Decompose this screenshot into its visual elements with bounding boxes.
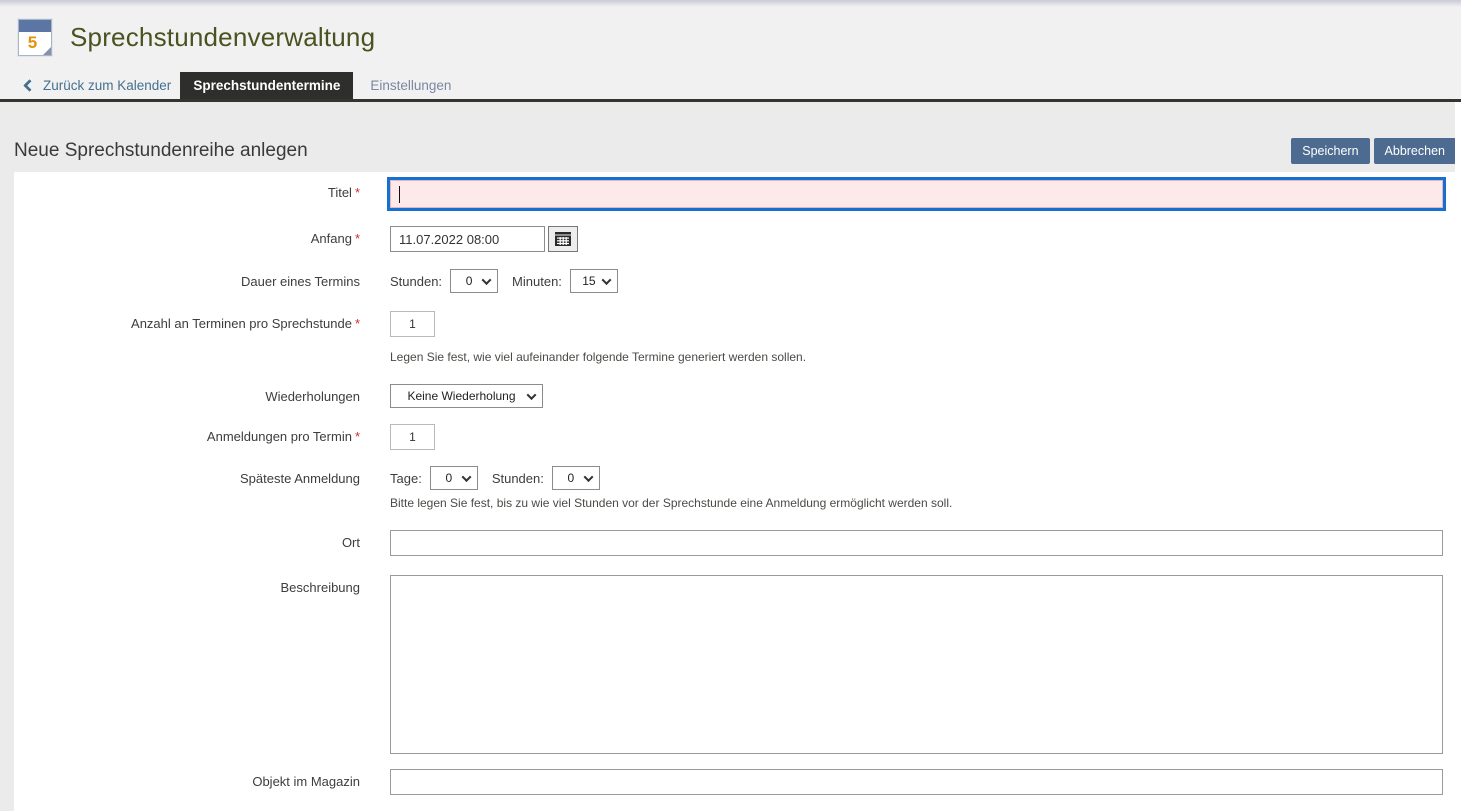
anmeldung-stunden-label: Stunden: xyxy=(492,471,544,486)
stunden-label: Stunden: xyxy=(390,274,442,289)
required-marker: * xyxy=(355,231,360,246)
ort-input[interactable] xyxy=(390,530,1443,556)
chevron-down-icon xyxy=(601,275,611,285)
spaeteste-anmeldung-label: Späteste Anmeldung xyxy=(14,466,360,510)
wiederholungen-label: Wiederholungen xyxy=(14,384,360,408)
anmeldung-stunden-select[interactable]: 0 xyxy=(552,466,600,490)
scrollbar-track xyxy=(1455,0,1461,811)
required-marker: * xyxy=(355,316,360,331)
header-gradient xyxy=(0,0,1461,7)
dauer-stunden-select[interactable]: 0 xyxy=(450,269,498,293)
form-panel: Titel* Anfang* xyxy=(14,172,1455,811)
beschreibung-label: Beschreibung xyxy=(14,575,360,757)
tab-sprechstundentermine[interactable]: Sprechstundentermine xyxy=(180,72,353,99)
app-header: 5 Sprechstundenverwaltung Zurück zum Kal… xyxy=(0,0,1461,102)
save-button[interactable]: Speichern xyxy=(1291,138,1369,164)
chevron-left-icon xyxy=(23,79,36,92)
titel-input[interactable] xyxy=(390,180,1443,208)
datepicker-button[interactable] xyxy=(548,226,578,252)
app-title: Sprechstundenverwaltung xyxy=(70,22,375,53)
calendar-logo-day: 5 xyxy=(19,31,46,55)
required-marker: * xyxy=(355,429,360,444)
titel-label: Titel* xyxy=(14,180,360,208)
tage-label: Tage: xyxy=(390,471,422,486)
tab-bar: Zurück zum Kalender Sprechstundentermine… xyxy=(0,72,1461,99)
tab-einstellungen[interactable]: Einstellungen xyxy=(357,72,464,99)
chevron-down-icon xyxy=(482,275,492,285)
chevron-down-icon xyxy=(583,472,593,482)
anzahl-termine-input[interactable] xyxy=(390,311,435,337)
chevron-down-icon xyxy=(461,472,471,482)
anmeldungen-label: Anmeldungen pro Termin* xyxy=(14,424,360,450)
objekt-im-magazin-label: Objekt im Magazin xyxy=(14,769,360,795)
anmeldungen-input[interactable] xyxy=(390,424,435,450)
anzahl-termine-hint: Legen Sie fest, wie viel aufeinander fol… xyxy=(390,350,1455,364)
required-marker: * xyxy=(355,185,360,200)
page-title: Neue Sprechstundenreihe anlegen xyxy=(14,140,308,162)
cancel-button[interactable]: Abbrechen xyxy=(1374,138,1456,164)
anzahl-termine-label: Anzahl an Terminen pro Sprechstunde* xyxy=(14,311,360,364)
anmeldung-tage-select[interactable]: 0 xyxy=(430,466,478,490)
anfang-input[interactable] xyxy=(390,226,545,252)
ort-label: Ort xyxy=(14,530,360,556)
beschreibung-textarea[interactable] xyxy=(390,575,1443,754)
text-caret xyxy=(399,186,400,203)
minuten-label: Minuten: xyxy=(512,274,562,289)
chevron-down-icon xyxy=(527,390,537,400)
wiederholungen-select[interactable]: Keine Wiederholung xyxy=(390,384,543,408)
back-link-label: Zurück zum Kalender xyxy=(43,78,171,93)
anfang-label: Anfang* xyxy=(14,226,360,252)
dauer-minuten-select[interactable]: 15 xyxy=(570,269,618,293)
dauer-label: Dauer eines Termins xyxy=(14,269,360,293)
back-to-calendar-link[interactable]: Zurück zum Kalender xyxy=(25,72,171,99)
spaeteste-anmeldung-hint: Bitte legen Sie fest, bis zu wie viel St… xyxy=(390,496,1455,510)
tabbar-divider xyxy=(0,99,1461,102)
calendar-icon xyxy=(555,232,571,246)
calendar-logo-icon: 5 xyxy=(18,19,52,56)
objekt-im-magazin-input[interactable] xyxy=(390,769,1443,795)
